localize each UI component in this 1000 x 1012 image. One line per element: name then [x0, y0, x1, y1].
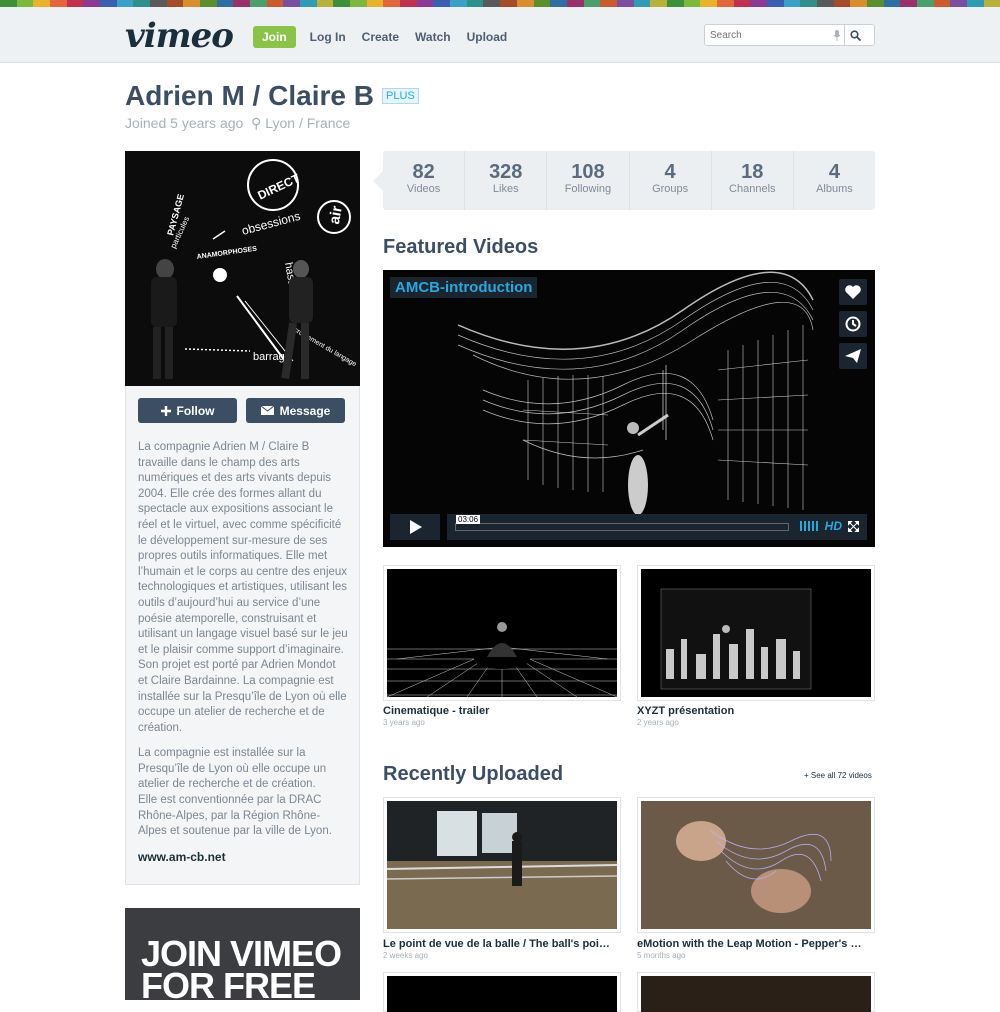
envelope-icon [260, 406, 274, 415]
message-label: Message [279, 403, 331, 418]
video-thumbnail[interactable] [383, 972, 621, 1012]
video-player[interactable]: AMCB-introduction 03:06 HD [383, 270, 875, 547]
player-controls: 03:06 HD [390, 514, 867, 540]
image-word: ANAMORPHOSES [196, 246, 257, 261]
video-thumbnail[interactable] [637, 972, 875, 1012]
video-title-link[interactable]: Cinematique - trailer [383, 705, 621, 717]
video-thumbnail[interactable] [637, 565, 875, 701]
progress-track[interactable]: 03:06 [455, 515, 789, 531]
video-thumbnail[interactable] [637, 797, 875, 933]
follow-plus-icon [160, 405, 171, 416]
player-side-buttons [839, 279, 867, 369]
join-button[interactable]: Join [253, 26, 296, 48]
video-age: 2 weeks ago [383, 951, 428, 960]
header: vimeo Join Log In Create Watch Upload [0, 7, 1000, 63]
stat-albums[interactable]: 4 Albums [794, 151, 875, 210]
join-vimeo-ad[interactable]: JOIN VIMEO FOR FREE [125, 908, 360, 1006]
profile-sidebar: DIRECT PAYSAGE particules obsessions air… [125, 151, 360, 885]
microphone-icon[interactable] [830, 25, 844, 45]
bio-paragraph: La compagnie est installée sur la Presqu… [138, 747, 332, 838]
progress-bar[interactable]: 03:06 HD [447, 514, 867, 540]
volume-icon[interactable] [799, 521, 819, 531]
ad-line: FOR FREE [141, 965, 316, 1006]
video-title-link[interactable]: Le point de vue de la balle / The ball's… [383, 938, 621, 950]
video-title-link[interactable]: eMotion with the Leap Motion - Pepper's … [637, 938, 875, 950]
clock-icon[interactable] [839, 311, 867, 337]
stats-bar: 82 Videos 328 Likes 108 Following 4 Groups 1… [373, 151, 875, 210]
hd-toggle[interactable]: HD [825, 519, 842, 533]
video-thumbnail[interactable] [383, 797, 621, 933]
search-icon[interactable] [844, 25, 866, 45]
video-title-link[interactable]: XYZT présentation [637, 705, 875, 717]
location-link[interactable]: Lyon / France [265, 115, 350, 131]
video-title[interactable]: AMCB-introduction [390, 277, 538, 298]
profile-actions: Follow Message [126, 385, 359, 423]
profile-bio: La compagnie Adrien M / Claire B travail… [126, 423, 359, 840]
stat-following[interactable]: 108 Following [547, 151, 630, 210]
location-pin-icon: ⚲ [251, 115, 262, 131]
video-thumbnail[interactable] [383, 565, 621, 701]
color-stripe [0, 0, 1000, 7]
see-all-videos-link[interactable]: + See all 72 videos [804, 771, 872, 780]
image-word: air [326, 204, 346, 225]
stat-videos[interactable]: 82 Videos [383, 151, 466, 210]
follow-button[interactable]: Follow [138, 398, 237, 423]
recent-heading: Recently Uploaded [383, 763, 564, 785]
player-right-controls: HD [799, 519, 859, 533]
stat-groups[interactable]: 4 Groups [630, 151, 712, 210]
image-word: obsessions [240, 209, 302, 238]
video-age: 5 months ago [637, 951, 686, 960]
profile-meta: Joined 5 years ago ⚲ Lyon / France [125, 115, 350, 132]
profile-image: DIRECT PAYSAGE particules obsessions air… [125, 151, 360, 386]
share-plane-icon[interactable] [839, 343, 867, 369]
heart-icon[interactable] [839, 279, 867, 305]
plus-badge[interactable]: PLUS [382, 88, 419, 104]
search-box [704, 24, 875, 46]
fullscreen-icon[interactable] [848, 520, 859, 532]
follow-label: Follow [176, 403, 215, 418]
website-link[interactable]: www.am-cb.net [126, 850, 359, 864]
nav-login[interactable]: Log In [310, 30, 346, 44]
video-frame [457, 271, 814, 515]
nav-upload[interactable]: Upload [467, 30, 508, 44]
vimeo-logo[interactable]: vimeo [125, 19, 234, 53]
profile-name: Adrien M / Claire B [125, 80, 374, 111]
image-word: ecroulement du langage [289, 325, 358, 369]
bio-paragraph: La compagnie Adrien M / Claire B travail… [138, 441, 348, 734]
featured-heading: Featured Videos [383, 236, 539, 258]
video-age: 2 years ago [637, 718, 679, 727]
stat-channels[interactable]: 18 Channels [712, 151, 794, 210]
stat-likes[interactable]: 328 Likes [465, 151, 548, 210]
message-button[interactable]: Message [246, 398, 345, 423]
joined-text: Joined 5 years ago [125, 115, 244, 131]
nav-watch[interactable]: Watch [415, 30, 451, 44]
main-nav: Join Log In Create Watch Upload [253, 26, 523, 48]
time-indicator: 03:06 [456, 515, 481, 524]
search-input[interactable] [705, 29, 830, 41]
nav-create[interactable]: Create [362, 30, 399, 44]
play-icon[interactable] [390, 514, 440, 540]
video-age: 3 years ago [383, 718, 425, 727]
